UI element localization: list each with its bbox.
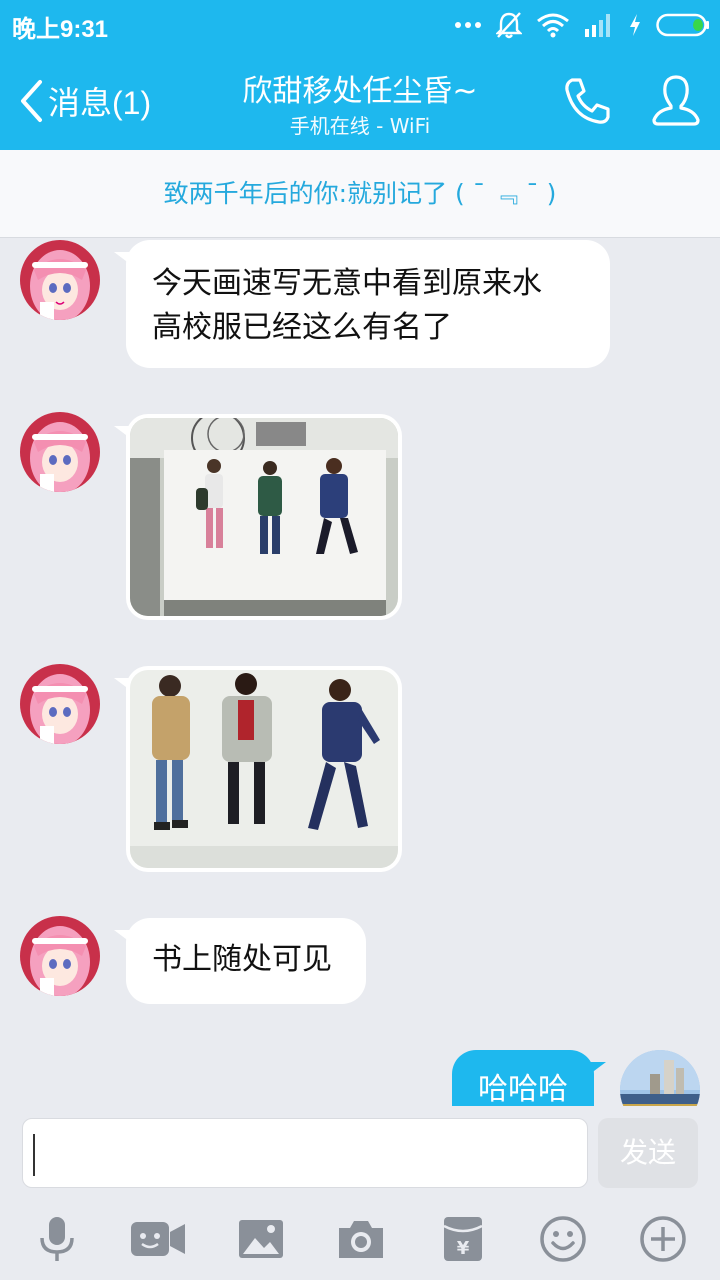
- back-button[interactable]: 消息(1): [18, 76, 151, 126]
- text-message-bubble[interactable]: 书上随处可见: [114, 918, 366, 1004]
- gallery-button[interactable]: [236, 1214, 286, 1264]
- anime-girl-avatar-icon: [20, 916, 100, 996]
- anime-girl-avatar-icon: [20, 664, 100, 744]
- text-message-bubble[interactable]: 今天画速写无意中看到原来水 高校服已经这么有名了: [114, 240, 610, 368]
- chevron-left-icon: [21, 80, 42, 122]
- text-caret: [33, 1134, 35, 1176]
- alarm-off-icon: [496, 12, 522, 39]
- person-icon: [652, 75, 700, 126]
- emoji-icon: [540, 1216, 586, 1262]
- photo-three-girls-jackets: [130, 670, 398, 868]
- my-message-bubble[interactable]: 哈哈哈: [452, 1050, 606, 1106]
- charging-icon: [630, 14, 640, 36]
- red-packet-icon: ¥: [443, 1217, 483, 1261]
- emoji-button[interactable]: [538, 1214, 588, 1264]
- friend-avatar[interactable]: [20, 916, 100, 996]
- camera-icon: [339, 1221, 383, 1258]
- video-call-icon: [131, 1222, 185, 1256]
- friend-avatar[interactable]: [20, 664, 100, 744]
- city-skyline-avatar-icon: [620, 1050, 700, 1106]
- video-button[interactable]: [130, 1214, 186, 1264]
- image-message-bubble[interactable]: [114, 666, 402, 872]
- send-button[interactable]: 发送: [598, 1118, 698, 1188]
- contact-name: 欣甜移处任尘昏~: [242, 74, 478, 109]
- message-line: 哈哈哈: [478, 1072, 568, 1106]
- battery-icon: [656, 13, 709, 37]
- photo-sketchbook-three-girls: [130, 418, 398, 616]
- svg-text:¥: ¥: [457, 1238, 470, 1259]
- microphone-icon: [40, 1217, 74, 1261]
- image-icon: [239, 1220, 283, 1258]
- phone-icon: [565, 78, 610, 124]
- message-line: 高校服已经这么有名了: [152, 310, 452, 345]
- message-line: 书上随处可见: [152, 942, 332, 977]
- anime-girl-avatar-icon: [20, 412, 100, 492]
- more-dots-icon: [455, 22, 481, 28]
- message-line: 今天画速写无意中看到原来水: [152, 266, 542, 301]
- profile-button[interactable]: [648, 72, 704, 128]
- anime-girl-avatar-icon: [20, 240, 100, 320]
- more-button[interactable]: [638, 1214, 688, 1264]
- call-button[interactable]: [560, 74, 614, 128]
- signature-banner[interactable]: 致两千年后的你:就别记了 ( ˉ ﹃ ˉ ): [0, 150, 720, 238]
- image-message-bubble[interactable]: [114, 414, 402, 620]
- status-time: 晚上9:31: [12, 16, 109, 43]
- status-bar: 晚上9:31: [0, 0, 720, 50]
- online-status: 手机在线 - WiFi: [289, 114, 431, 138]
- status-icons: [454, 10, 710, 40]
- my-avatar[interactable]: [620, 1050, 700, 1106]
- input-bar: 发送: [0, 1106, 720, 1200]
- camera-button[interactable]: [336, 1214, 386, 1264]
- voice-button[interactable]: [32, 1214, 82, 1264]
- signal-icon: [585, 14, 610, 37]
- wifi-icon: [537, 13, 569, 38]
- message-list[interactable]: 今天画速写无意中看到原来水 高校服已经这么有名了 书上随处可见 哈哈哈: [0, 238, 720, 1106]
- plus-icon: [640, 1216, 686, 1262]
- friend-avatar[interactable]: [20, 412, 100, 492]
- chat-header: 消息(1) 欣甜移处任尘昏~ 手机在线 - WiFi: [0, 50, 720, 150]
- red-packet-button[interactable]: ¥: [438, 1214, 488, 1264]
- message-input[interactable]: [22, 1118, 588, 1188]
- input-toolbar: ¥: [0, 1200, 720, 1280]
- back-label: 消息(1): [48, 85, 152, 121]
- friend-avatar[interactable]: [20, 240, 100, 320]
